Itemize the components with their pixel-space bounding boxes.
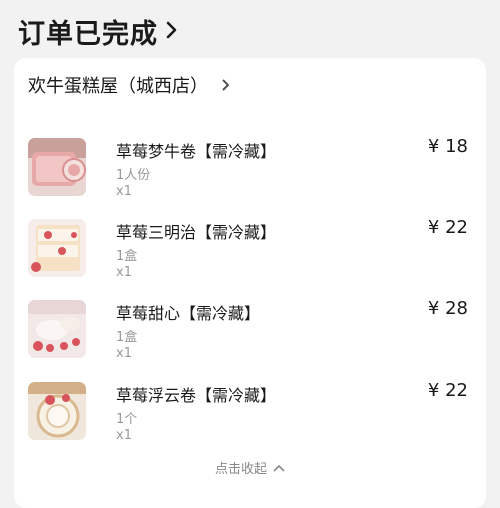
item-quantity: x1 bbox=[116, 428, 132, 443]
item-price: ¥ 22 bbox=[427, 217, 468, 238]
order-item[interactable]: 草莓梦牛卷【需冷藏】 1人份 x1 ¥ 18 bbox=[28, 136, 476, 202]
chevron-right-icon bbox=[222, 76, 230, 95]
item-name: 草莓浮云卷【需冷藏】 bbox=[116, 386, 277, 405]
item-spec: 1盒 bbox=[116, 330, 138, 345]
item-name: 草莓甜心【需冷藏】 bbox=[116, 304, 261, 323]
order-item[interactable]: 草莓三明治【需冷藏】 1盒 x1 ¥ 22 bbox=[28, 217, 476, 283]
order-card: 欢牛蛋糕屋（城西店） 草莓梦牛卷【需冷藏】 1人份 x1 ¥ 18 草莓三明治【… bbox=[14, 58, 486, 508]
product-thumbnail-cloud-roll bbox=[28, 382, 86, 440]
chevron-up-icon bbox=[273, 464, 285, 471]
product-thumbnail-roll-cake bbox=[28, 138, 86, 196]
item-spec: 1人份 bbox=[116, 168, 151, 183]
store-link[interactable]: 欢牛蛋糕屋（城西店） bbox=[28, 72, 230, 98]
item-price: ¥ 18 bbox=[427, 136, 468, 157]
collapse-label: 点击收起 bbox=[214, 462, 267, 477]
item-spec: 1个 bbox=[116, 412, 138, 427]
order-status-title: 订单已完成 bbox=[18, 19, 158, 50]
item-quantity: x1 bbox=[116, 346, 132, 361]
order-item[interactable]: 草莓甜心【需冷藏】 1盒 x1 ¥ 28 bbox=[28, 298, 476, 364]
store-name: 欢牛蛋糕屋（城西店） bbox=[28, 76, 208, 97]
item-quantity: x1 bbox=[116, 265, 132, 280]
product-thumbnail-strawberry-heart bbox=[28, 300, 86, 358]
collapse-button[interactable]: 点击收起 bbox=[14, 458, 486, 477]
order-item[interactable]: 草莓浮云卷【需冷藏】 1个 x1 ¥ 22 bbox=[28, 380, 476, 446]
order-status-header[interactable]: 订单已完成 bbox=[18, 12, 178, 51]
item-spec: 1盒 bbox=[116, 249, 138, 264]
item-name: 草莓三明治【需冷藏】 bbox=[116, 223, 277, 242]
item-quantity: x1 bbox=[116, 184, 132, 199]
item-price: ¥ 22 bbox=[427, 380, 468, 401]
item-name: 草莓梦牛卷【需冷藏】 bbox=[116, 142, 277, 161]
item-price: ¥ 28 bbox=[427, 298, 468, 319]
chevron-right-icon bbox=[166, 21, 178, 43]
product-thumbnail-sandwich bbox=[28, 219, 86, 277]
